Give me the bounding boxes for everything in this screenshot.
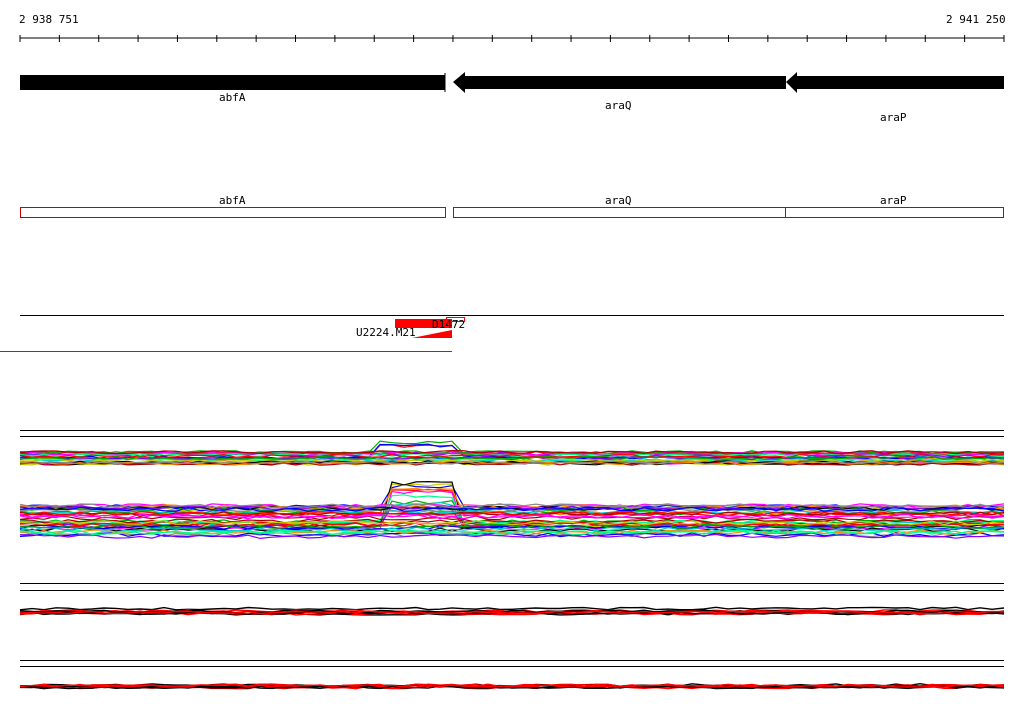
ruler-end-label: 2 941 250 (946, 13, 1006, 26)
gene-arrow-abfA[interactable] (20, 75, 445, 90)
ruler-start-label: 2 938 751 (19, 13, 79, 26)
gene-box-label-araQ: araQ (605, 194, 632, 207)
probe-label-u2224[interactable]: U2224.M21 (356, 327, 416, 339)
gene-label-araP[interactable]: araP (880, 112, 907, 124)
gene-box-label-abfA: abfA (219, 194, 246, 207)
genome-browser-view: 2 938 751 2 941 250 abfA araQ araP abfA … (0, 0, 1024, 714)
gene-box-araP[interactable] (785, 207, 1004, 218)
probe-d1472-wedge[interactable] (412, 330, 452, 338)
gene-box-abfA[interactable] (20, 207, 446, 218)
gene-arrow-araP[interactable] (786, 72, 1004, 93)
gene-box-track (20, 207, 1004, 218)
gene-box-araQ[interactable] (453, 207, 786, 218)
probe-label-d1472[interactable]: D1472 (432, 319, 465, 331)
gene-arrow-track (20, 72, 1004, 93)
coordinate-ruler (19, 35, 1005, 42)
expression-profile-line (19, 606, 1005, 611)
genome-browser-canvas (0, 35, 1005, 690)
gene-label-araQ[interactable]: araQ (605, 100, 632, 112)
expression-profile-tracks (19, 430, 1005, 690)
gene-arrow-araQ[interactable] (453, 72, 786, 93)
gene-label-abfA[interactable]: abfA (219, 92, 246, 104)
gene-box-label-araP: araP (880, 194, 907, 207)
probe-track (0, 315, 1004, 352)
